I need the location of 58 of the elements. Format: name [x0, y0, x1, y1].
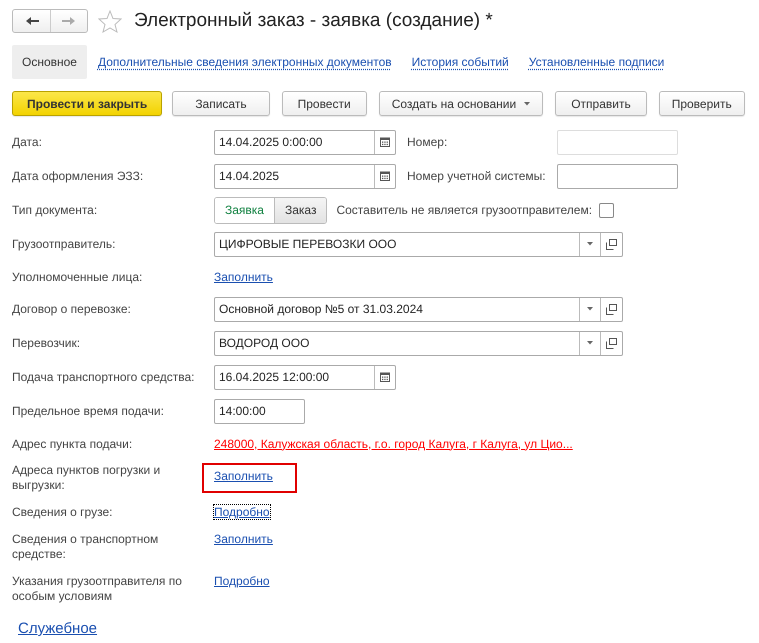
toolbar-button[interactable]: Записать — [172, 91, 270, 116]
field-label: Тип документа: — [12, 203, 98, 217]
time-field[interactable]: 14:00:00 — [214, 398, 305, 424]
tab[interactable]: Дополнительные сведения электронных документов — [88, 45, 402, 79]
checkbox-label: Составитель не является грузоотправителем: — [336, 203, 592, 217]
field-label: Номер: — [407, 135, 448, 149]
caret-icon — [524, 102, 530, 106]
field-label: Подача транспортного средства: — [12, 370, 196, 384]
date-field[interactable]: 14.04.2025 — [214, 164, 396, 188]
toolbar-button[interactable]: Проверить — [658, 91, 745, 116]
field-label: Номер учетной системы: — [407, 169, 547, 183]
window-title: Электронный заказ - заявка (создание) * — [134, 10, 493, 32]
caret-icon — [587, 341, 593, 345]
tab[interactable]: Основное — [12, 45, 87, 79]
service-link[interactable]: Служебное — [18, 620, 98, 637]
select-field[interactable]: ВОДОРОД ООО — [214, 330, 623, 356]
field-label: Дата: — [12, 135, 43, 149]
caret-icon — [587, 242, 593, 246]
fill-link[interactable]: Подробно — [214, 574, 270, 588]
field-label: Сведения о транспортном средстве: — [12, 532, 160, 562]
fill-link[interactable]: Заполнить — [214, 469, 273, 483]
select-field[interactable]: ЦИФРОВЫЕ ПЕРЕВОЗКИ ООО — [214, 232, 623, 256]
toolbar-button[interactable]: Провести — [282, 91, 367, 116]
toggle-option[interactable]: Заказ — [274, 198, 326, 222]
field-label: Перевозчик: — [12, 336, 82, 350]
field-label: Адреса пунктов погрузки и выгрузки: — [12, 463, 162, 493]
field-label: Уполномоченные лица: — [12, 270, 144, 284]
field-label: Сведения о грузе: — [12, 505, 114, 520]
fill-link[interactable]: Заполнить — [214, 270, 273, 284]
date-field[interactable]: 16.04.2025 12:00:00 — [214, 364, 396, 390]
field-label: Дата оформления ЭЗЗ: — [12, 169, 144, 183]
forward-arrow-icon — [62, 16, 76, 26]
post-close-button[interactable]: Провести и закрыть — [12, 91, 162, 116]
input-field[interactable] — [557, 164, 678, 188]
calendar-icon — [380, 372, 390, 382]
checkbox[interactable] — [599, 202, 614, 218]
open-icon — [606, 238, 617, 250]
select-field[interactable]: Основной договор №5 от 31.03.2024 — [214, 296, 623, 322]
fill-link[interactable]: Подробно — [213, 504, 271, 520]
calendar-icon — [380, 137, 390, 147]
open-icon — [606, 304, 617, 314]
date-field[interactable]: 14.04.2025 0:00:00 — [214, 130, 396, 154]
back-arrow-icon — [24, 16, 38, 26]
field-label: Адрес пункта подачи: — [12, 436, 134, 450]
tab[interactable]: Установленные подписи — [518, 45, 674, 79]
toolbar-button[interactable]: Отправить — [555, 91, 647, 116]
field-label: Грузоотправитель: — [12, 237, 116, 251]
caret-icon — [587, 307, 593, 311]
tab[interactable]: История событий — [402, 45, 519, 79]
field-label: Предельное время подачи: — [12, 404, 165, 418]
open-icon — [606, 338, 617, 348]
create-based-button[interactable]: Создать на основании — [378, 91, 544, 116]
address-link[interactable]: 248000, Калужская область, г.о. город Калуга, г Калуга, ул Цио... — [214, 436, 573, 450]
field-label: Договор о перевозке: — [12, 302, 132, 316]
fill-link[interactable]: Заполнить — [214, 532, 273, 546]
star-icon[interactable] — [98, 10, 122, 32]
calendar-icon — [380, 171, 390, 181]
field-label: Указания грузоотправителя по особым условиям — [12, 574, 183, 604]
